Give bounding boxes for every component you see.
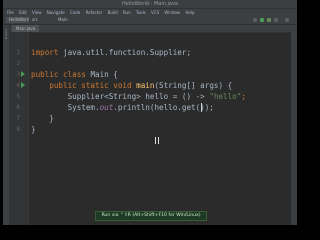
menu-help[interactable]: Help xyxy=(185,10,194,15)
code-token: } xyxy=(31,114,54,123)
code-line[interactable]: } xyxy=(31,124,36,135)
code-token: "hello" xyxy=(209,92,242,101)
breadcrumb-main[interactable]: Main xyxy=(55,17,71,23)
editor-tab-bar: Main.java xyxy=(10,25,291,33)
text-caret xyxy=(201,103,202,112)
menu-file[interactable]: File xyxy=(7,10,14,15)
line-number: 5 xyxy=(16,93,20,100)
code-line[interactable]: import java.util.function.Supplier; xyxy=(31,47,191,58)
code-token: .println(hello.get()); xyxy=(113,103,214,112)
menu-tools[interactable]: Tools xyxy=(136,10,146,15)
project-strip-label: Project xyxy=(4,29,8,40)
run-class-gutter-icon[interactable] xyxy=(21,71,25,77)
line-number: 4 xyxy=(16,82,20,89)
code-token: main xyxy=(136,81,155,90)
line-number: 2 xyxy=(16,60,20,67)
code-line[interactable]: } xyxy=(31,113,54,124)
line-number: 8 xyxy=(16,126,20,133)
menu-vcs[interactable]: VCS xyxy=(151,10,159,15)
menu-refactor[interactable]: Refactor xyxy=(86,10,103,15)
code-token: (String[] args) { xyxy=(154,81,233,90)
line-number: 7 xyxy=(16,115,20,122)
code-line[interactable]: public static void main(String[] args) { xyxy=(31,80,232,91)
code-token: import xyxy=(31,48,64,57)
menu-navigate[interactable]: Navigate xyxy=(47,10,65,15)
line-number: 6 xyxy=(16,104,20,111)
code-token: System. xyxy=(31,103,100,112)
code-token: Supplier<String> hello = () -> xyxy=(31,92,210,101)
coverage-icon[interactable] xyxy=(274,18,278,22)
code-token: out xyxy=(99,103,114,112)
code-token: java.util.function.Supplier; xyxy=(63,48,192,57)
menu-view[interactable]: View xyxy=(32,10,42,15)
menu-window[interactable]: Window xyxy=(164,10,180,15)
project-tool-strip[interactable]: Project xyxy=(3,25,10,225)
menu-bar: File Edit View Navigate Code Refactor Bu… xyxy=(3,9,297,16)
right-tool-strip[interactable] xyxy=(290,25,297,225)
run-main-gutter-icon[interactable] xyxy=(21,82,25,88)
breadcrumb-src[interactable]: src xyxy=(29,17,41,23)
menu-edit[interactable]: Edit xyxy=(19,10,27,15)
code-token: Main { xyxy=(90,70,118,79)
code-line[interactable]: Supplier<String> hello = () -> "hello"; xyxy=(31,91,246,102)
title-bar: HelloWorld - Main.java xyxy=(3,0,297,9)
navigation-toolbar: HelloWorld src Main xyxy=(3,16,297,25)
search-icon[interactable] xyxy=(285,18,289,22)
menu-run[interactable]: Run xyxy=(123,10,131,15)
build-icon[interactable] xyxy=(253,18,257,22)
menu-code[interactable]: Code xyxy=(70,10,80,15)
code-line[interactable]: System.out.println(hello.get()); xyxy=(31,102,214,113)
line-number: 1 xyxy=(16,49,20,56)
menu-build[interactable]: Build xyxy=(108,10,118,15)
run-icon[interactable] xyxy=(260,18,264,22)
ide-window: HelloWorld - Main.java File Edit View Na… xyxy=(3,0,297,225)
editor-tab-main[interactable]: Main.java xyxy=(12,25,40,32)
code-token: ; xyxy=(241,92,246,101)
letterbox-right xyxy=(297,0,300,225)
line-number: 3 xyxy=(16,71,20,78)
debug-icon[interactable] xyxy=(267,18,271,22)
code-line[interactable]: public class Main { xyxy=(31,69,118,80)
code-editor[interactable]: 1 2 3 4 5 6 7 8 import java.util.functio… xyxy=(10,33,291,225)
run-shortcut-tooltip: Run via ⌃⇧R (Alt+Shift+F10 for Win/Linux… xyxy=(95,211,207,221)
code-token: } xyxy=(31,125,36,134)
mouse-cursor xyxy=(155,137,159,144)
window-title: HelloWorld - Main.java xyxy=(122,1,178,7)
code-token: public static void xyxy=(31,81,137,90)
code-token: public class xyxy=(31,70,91,79)
